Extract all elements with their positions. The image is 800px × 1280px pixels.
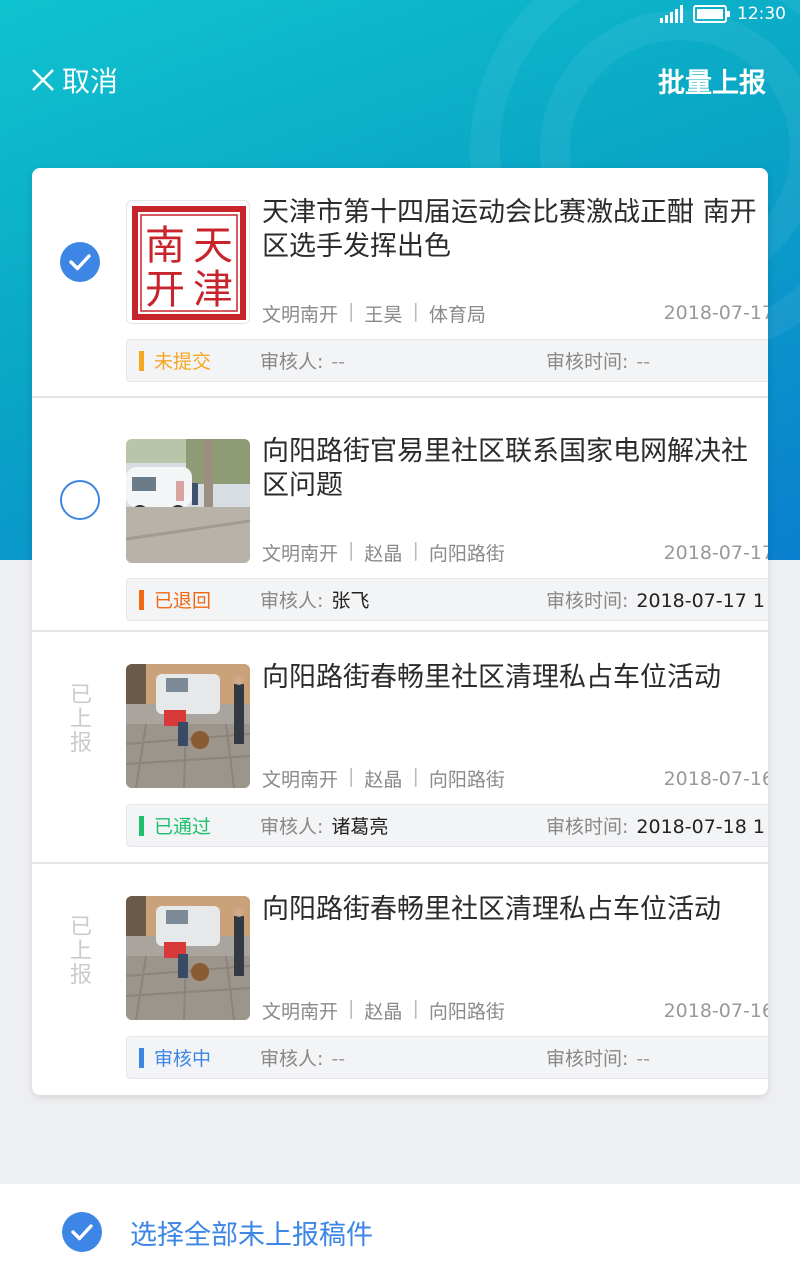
article-date: 2018-07-17 xyxy=(663,302,768,324)
article-date: 2018-07-16 xyxy=(663,768,768,790)
reported-label: 已上报 xyxy=(69,683,92,756)
status-badge: 审核中 xyxy=(154,1048,212,1070)
article-author: 赵晶 xyxy=(364,543,403,565)
article-source: 文明南开 xyxy=(262,543,339,565)
selection-checkbox[interactable] xyxy=(60,242,100,282)
meta-divider: | xyxy=(348,300,355,322)
reviewer: 审核人: 张飞 xyxy=(260,590,370,612)
status-badge: 已退回 xyxy=(154,590,212,612)
review-time: 审核时间: -- xyxy=(546,1048,651,1070)
article-title: 向阳路街官易里社区联系国家电网解决社区问题 xyxy=(262,436,748,501)
batch-report-button[interactable]: 批量上报 xyxy=(658,61,766,100)
review-time: 审核时间: -- xyxy=(546,351,651,373)
review-time: 审核时间: 2018-07-17 1 xyxy=(546,590,765,612)
seal-char-3: 南 xyxy=(145,223,185,269)
meta-divider: | xyxy=(348,997,355,1019)
meta-divider: | xyxy=(412,997,419,1019)
list-item[interactable]: 已上报 向阳路街春畅里社区清理私占车位活动 文明南开 | 赵晶 | 向阳路街 2… xyxy=(32,632,768,864)
article-thumbnail xyxy=(126,664,250,788)
list-item[interactable]: 向阳路街官易里社区联系国家电网解决社区问题 文明南开 | 赵晶 | 向阳路街 2… xyxy=(32,398,768,632)
select-all-checkbox[interactable] xyxy=(62,1212,102,1252)
seal-char-1: 天 xyxy=(193,223,233,269)
list-item[interactable]: 已上报 向阳路街春畅里社区清理私占车位活动 文明南开 | 赵晶 | 向阳路街 2… xyxy=(32,864,768,1095)
article-meta: 文明南开 | 赵晶 | 向阳路街 xyxy=(262,539,505,566)
review-status-row: 已通过 审核人: 诸葛亮 审核时间: 2018-07-18 1 xyxy=(126,804,768,847)
article-meta: 文明南开 | 赵晶 | 向阳路街 xyxy=(262,997,505,1024)
top-bar: 取消 批量上报 xyxy=(0,50,800,110)
article-source: 文明南开 xyxy=(262,304,339,326)
status-bar: 12:30 xyxy=(0,0,800,28)
article-department: 向阳路街 xyxy=(428,543,505,565)
status-indicator xyxy=(139,350,144,371)
status-indicator xyxy=(139,815,144,836)
article-department: 向阳路街 xyxy=(428,769,505,791)
review-status-row: 未提交 审核人: -- 审核时间: -- xyxy=(126,339,768,382)
cancel-label: 取消 xyxy=(62,65,119,98)
meta-divider: | xyxy=(348,539,355,561)
article-title: 天津市第十四届运动会比赛激战正酣 南开区选手发挥出色 xyxy=(262,197,757,262)
meta-divider: | xyxy=(412,539,419,561)
article-meta: 文明南开 | 赵晶 | 向阳路街 xyxy=(262,765,505,792)
select-all-bar[interactable]: 选择全部未上报稿件 xyxy=(0,1184,800,1280)
reviewer: 审核人: -- xyxy=(260,351,346,373)
article-thumbnail xyxy=(126,439,250,563)
selection-checkbox[interactable] xyxy=(60,480,100,520)
reviewer: 审核人: 诸葛亮 xyxy=(260,816,389,838)
article-date: 2018-07-16 xyxy=(663,1000,768,1022)
status-indicator xyxy=(139,1047,144,1068)
meta-divider: | xyxy=(412,765,419,787)
article-title: 向阳路街春畅里社区清理私占车位活动 xyxy=(262,662,721,693)
close-icon xyxy=(32,69,54,91)
article-department: 向阳路街 xyxy=(428,1001,505,1023)
review-status-row: 审核中 审核人: -- 审核时间: -- xyxy=(126,1036,768,1079)
article-author: 赵晶 xyxy=(364,769,403,791)
seal-char-4: 开 xyxy=(145,267,185,313)
status-badge: 未提交 xyxy=(154,351,212,373)
check-icon xyxy=(71,1224,93,1241)
article-meta: 文明南开 | 王昊 | 体育局 xyxy=(262,300,486,327)
cancel-button[interactable]: 取消 xyxy=(30,60,118,100)
article-department: 体育局 xyxy=(428,304,486,326)
article-list: 天 津 南 开 天津市第十四届运动会比赛激战正酣 南开区选手发挥出色 文明南开 … xyxy=(32,168,768,1095)
select-all-label: 选择全部未上报稿件 xyxy=(130,1219,373,1251)
review-time: 审核时间: 2018-07-18 1 xyxy=(546,816,765,838)
review-status-row: 已退回 审核人: 张飞 审核时间: 2018-07-17 1 xyxy=(126,578,768,621)
status-badge: 已通过 xyxy=(154,816,212,838)
reviewer: 审核人: -- xyxy=(260,1048,346,1070)
meta-divider: | xyxy=(348,765,355,787)
article-author: 赵晶 xyxy=(364,1001,403,1023)
status-indicator xyxy=(139,589,144,610)
article-date: 2018-07-17 xyxy=(663,542,768,564)
status-time: 12:30 xyxy=(737,4,786,24)
article-author: 王昊 xyxy=(364,304,403,326)
seal-char-2: 津 xyxy=(193,267,233,313)
list-item[interactable]: 天 津 南 开 天津市第十四届运动会比赛激战正酣 南开区选手发挥出色 文明南开 … xyxy=(32,168,768,398)
meta-divider: | xyxy=(412,300,419,322)
article-source: 文明南开 xyxy=(262,769,339,791)
seal-thumbnail: 天 津 南 开 xyxy=(126,200,250,324)
article-thumbnail xyxy=(126,896,250,1020)
article-source: 文明南开 xyxy=(262,1001,339,1023)
signal-icon xyxy=(660,5,683,23)
check-icon xyxy=(69,254,91,271)
reported-label: 已上报 xyxy=(69,915,92,988)
article-title: 向阳路街春畅里社区清理私占车位活动 xyxy=(262,894,721,925)
battery-icon xyxy=(693,5,730,23)
